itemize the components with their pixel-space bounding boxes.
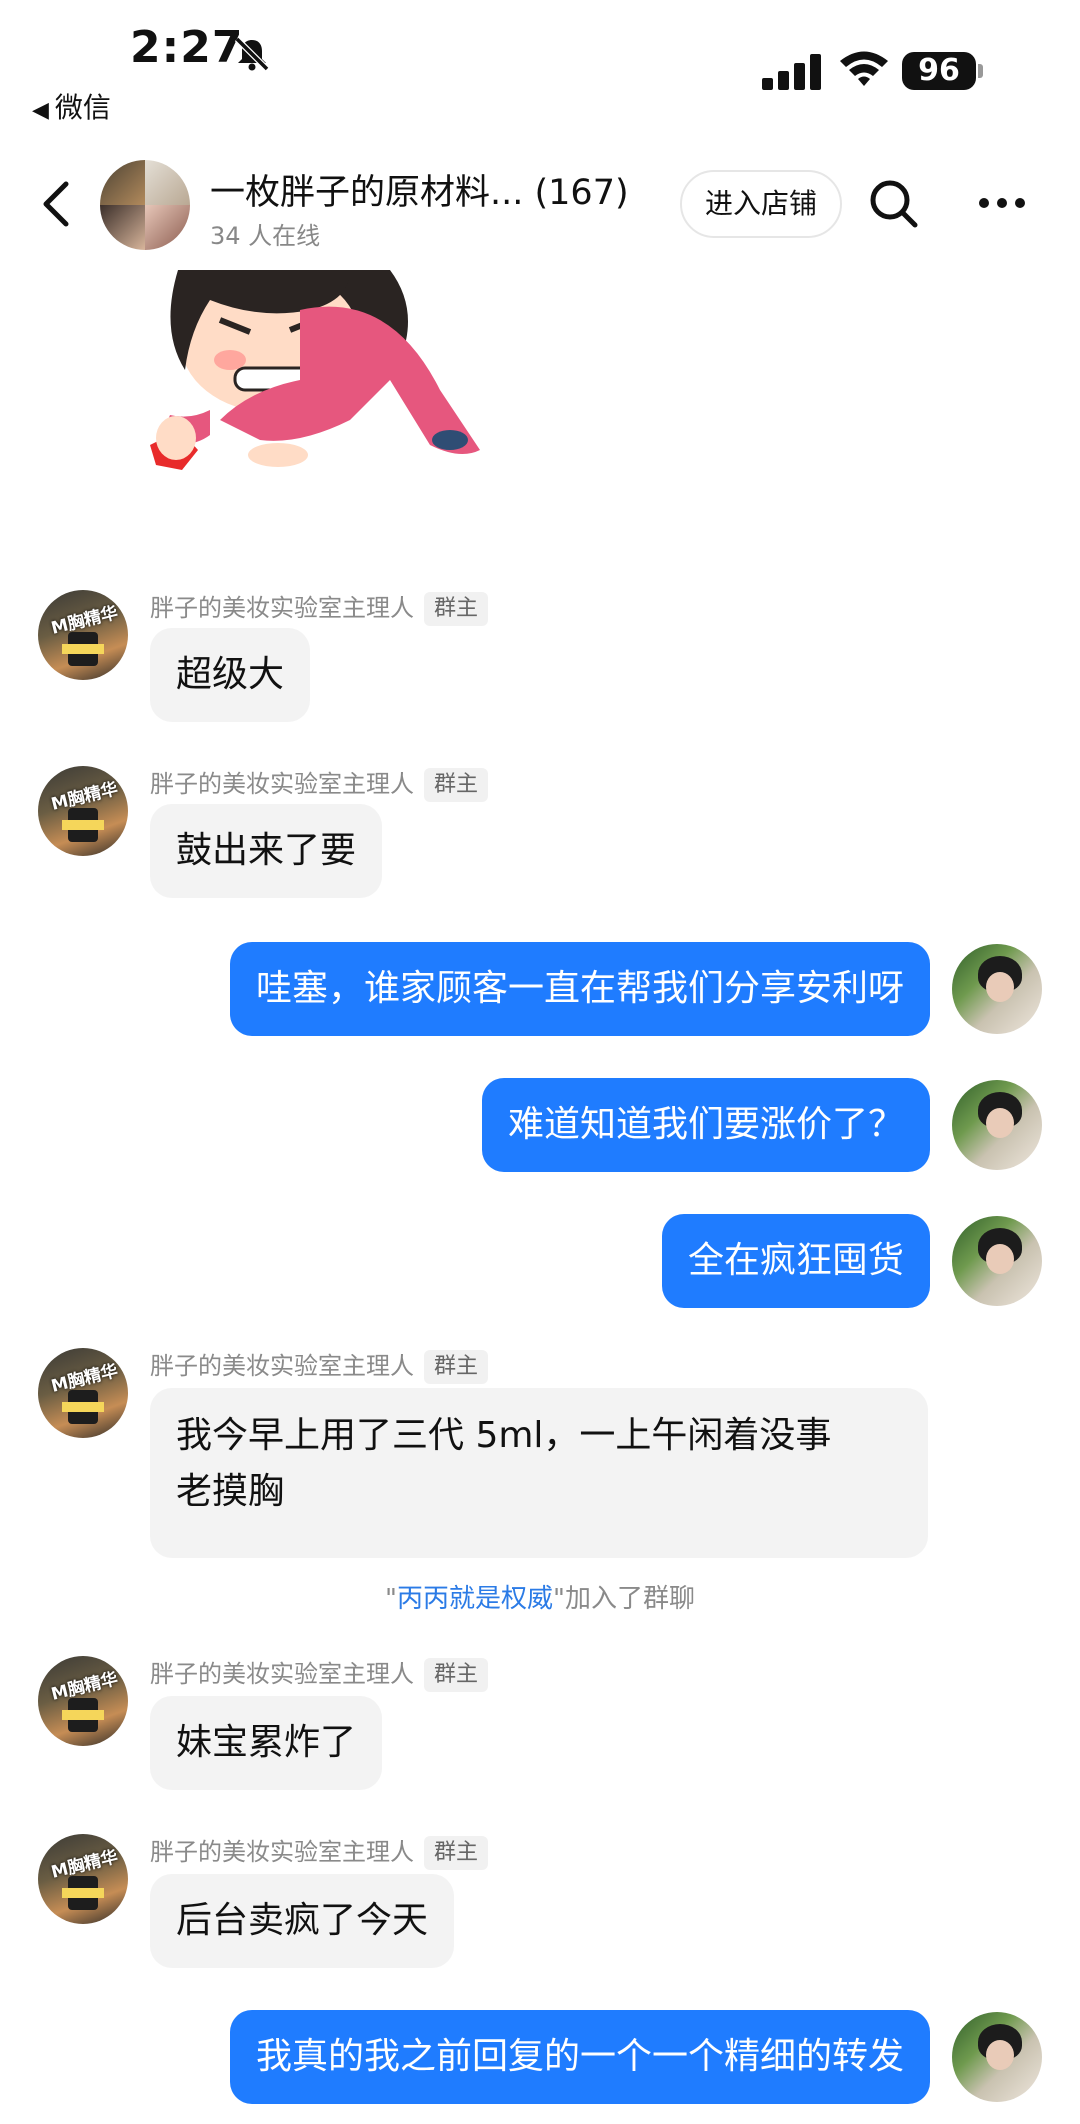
sender-avatar[interactable]: M胸精华: [38, 1348, 128, 1438]
group-avatar[interactable]: [100, 160, 190, 250]
avatar-tag: [62, 820, 104, 830]
my-avatar[interactable]: [952, 944, 1042, 1034]
chat-header: 一枚胖子的原材料... (167) 34 人在线 进入店铺: [0, 150, 1080, 270]
system-notice: "丙丙就是权威"加入了群聊: [0, 1578, 1080, 1615]
owner-badge: 群主: [424, 1350, 489, 1384]
incoming-message[interactable]: 后台卖疯了今天: [150, 1874, 455, 1968]
incoming-message[interactable]: 我今早上用了三代 5ml，一上午闲着没事 老摸胸: [150, 1388, 928, 1558]
back-arrow-icon[interactable]: [38, 178, 74, 230]
group-avatar-tile: [100, 205, 145, 250]
quote-mark: ": [385, 1584, 397, 1614]
my-avatar[interactable]: [952, 1080, 1042, 1170]
message-line: 老摸胸: [176, 1471, 285, 1512]
outgoing-message[interactable]: 难道知道我们要涨价了？: [481, 1078, 930, 1172]
back-to-app-link[interactable]: ◀ 微信: [32, 86, 111, 126]
online-count: 34 人在线: [210, 222, 321, 250]
avatar-face: [986, 1108, 1014, 1138]
sender-name: 胖子的美妆实验室主理人: [150, 594, 414, 622]
avatar-tag: [62, 1710, 104, 1720]
outgoing-message[interactable]: 哇塞，谁家顾客一直在帮我们分享安利呀: [229, 942, 930, 1036]
sender-name-row: 胖子的美妆实验室主理人 群主: [150, 588, 489, 626]
my-avatar[interactable]: [952, 1216, 1042, 1306]
battery-indicator: 96: [902, 52, 984, 90]
message-line: 我今早上用了三代 5ml，一上午闲着没事: [176, 1415, 832, 1456]
sender-name-row: 胖子的美妆实验室主理人 群主: [150, 1346, 489, 1384]
my-avatar[interactable]: [952, 2012, 1042, 2102]
avatar-tag: [62, 1402, 104, 1412]
cellular-signal-icon: [762, 54, 821, 90]
member-name-link[interactable]: 丙丙就是权威: [397, 1584, 553, 1614]
battery-nub: [978, 64, 983, 78]
sender-name: 胖子的美妆实验室主理人: [150, 770, 414, 798]
owner-badge: 群主: [424, 1658, 489, 1692]
outgoing-message[interactable]: 我真的我之前回复的一个一个精细的转发: [229, 2010, 930, 2104]
battery-level: 96: [902, 52, 976, 90]
sender-name-row: 胖子的美妆实验室主理人 群主: [150, 1654, 489, 1692]
incoming-message[interactable]: 超级大: [150, 628, 311, 722]
owner-badge: 群主: [424, 768, 489, 802]
join-text: 加入了群聊: [564, 1584, 695, 1614]
group-title[interactable]: 一枚胖子的原材料... (167): [210, 164, 629, 215]
more-options-icon[interactable]: [978, 196, 1026, 210]
sender-avatar[interactable]: M胸精华: [38, 1834, 128, 1924]
group-avatar-tile: [145, 160, 190, 205]
incoming-message[interactable]: 鼓出来了要: [150, 804, 383, 898]
sender-avatar[interactable]: M胸精华: [38, 1656, 128, 1746]
clock: 2:27: [130, 22, 244, 73]
sender-avatar[interactable]: M胸精华: [38, 590, 128, 680]
sender-name-row: 胖子的美妆实验室主理人 群主: [150, 764, 489, 802]
back-triangle-icon: ◀: [32, 98, 49, 123]
avatar-face: [986, 2040, 1014, 2070]
status-bar: 2:27 ◀ 微信 96: [0, 0, 1080, 124]
outgoing-message[interactable]: 全在疯狂囤货: [661, 1214, 930, 1308]
search-icon[interactable]: [868, 178, 920, 230]
quote-mark: ": [553, 1584, 565, 1614]
group-avatar-tile: [100, 160, 145, 205]
owner-badge: 群主: [424, 592, 489, 626]
avatar-face: [986, 1244, 1014, 1274]
group-avatar-tile: [145, 205, 190, 250]
owner-badge: 群主: [424, 1836, 489, 1870]
sender-avatar[interactable]: M胸精华: [38, 766, 128, 856]
sender-name-row: 胖子的美妆实验室主理人 群主: [150, 1832, 489, 1870]
avatar-face: [986, 972, 1014, 1002]
incoming-message[interactable]: 妹宝累炸了: [150, 1696, 383, 1790]
sender-name: 胖子的美妆实验室主理人: [150, 1352, 414, 1380]
mute-bell-icon: [234, 36, 270, 72]
enter-shop-button[interactable]: 进入店铺: [680, 170, 842, 238]
avatar-tag: [62, 1888, 104, 1898]
sender-name: 胖子的美妆实验室主理人: [150, 1660, 414, 1688]
back-app-label: 微信: [54, 91, 111, 124]
avatar-tag: [62, 644, 104, 654]
sender-name: 胖子的美妆实验室主理人: [150, 1838, 414, 1866]
wifi-icon: [840, 51, 888, 86]
angry-girl-sticker[interactable]: [150, 270, 490, 550]
